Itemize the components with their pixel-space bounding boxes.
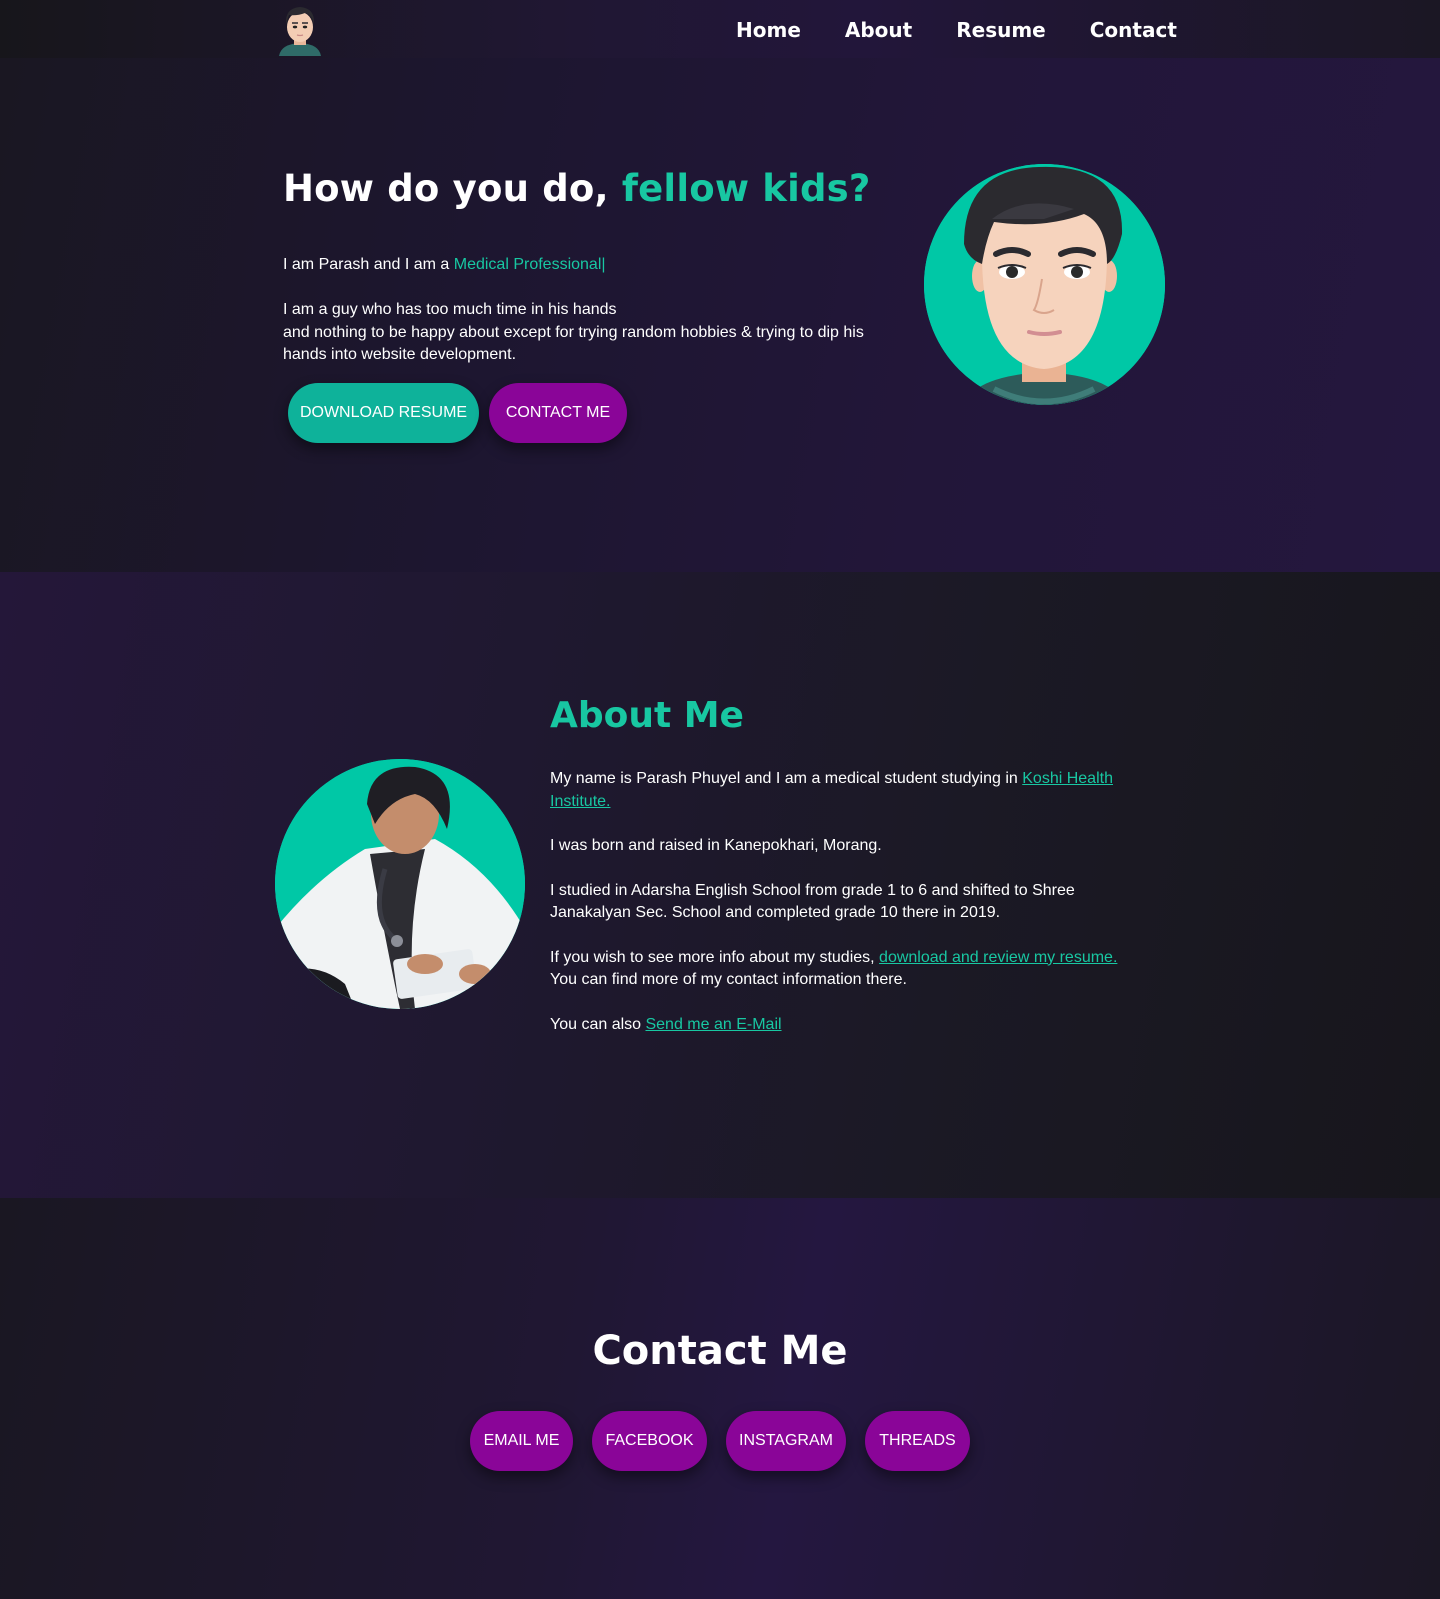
threads-button[interactable]: THREADS	[865, 1411, 970, 1471]
typing-cursor: |	[601, 256, 606, 273]
hero-section: How do you do, fellow kids? I am Parash …	[0, 58, 1440, 572]
top-navbar: Home About Resume Contact	[0, 0, 1440, 58]
instagram-button[interactable]: INSTAGRAM	[726, 1411, 846, 1471]
hero-intro: I am Parash and I am a Medical Professio…	[283, 254, 606, 276]
about-paragraph-4: If you wish to see more info about my st…	[550, 947, 1140, 992]
hero-bio-line1: I am a guy who has too much time in his …	[283, 301, 617, 318]
hero-bio: I am a guy who has too much time in his …	[283, 299, 883, 367]
about-paragraph-5: You can also Send me an E-Mail	[550, 1014, 1140, 1037]
download-resume-link[interactable]: download and review my resume.	[879, 949, 1117, 966]
hero-bio-line2: and nothing to be happy about except for…	[283, 323, 864, 364]
about-p4-text: If you wish to see more info about my st…	[550, 948, 880, 966]
about-title: About Me	[550, 695, 744, 736]
about-text: My name is Parash Phuyel and I am a medi…	[550, 768, 1140, 1058]
avatar-logo-icon[interactable]	[275, 2, 325, 56]
about-photo	[275, 759, 525, 1009]
email-me-button[interactable]: EMAIL ME	[470, 1411, 573, 1471]
nav-link-home[interactable]: Home	[736, 17, 801, 43]
facebook-button[interactable]: FACEBOOK	[592, 1411, 707, 1471]
nav-link-resume[interactable]: Resume	[956, 17, 1046, 43]
download-resume-button[interactable]: DOWNLOAD RESUME	[288, 383, 479, 443]
send-email-link[interactable]: Send me an E-Mail	[645, 1016, 781, 1033]
hero-intro-role: Medical Professional	[453, 256, 602, 273]
about-p4-after: You can find more of my contact informat…	[550, 971, 907, 988]
hero-title-plain: How do you do,	[283, 167, 622, 210]
about-paragraph-3: I studied in Adarsha English School from…	[550, 881, 1075, 922]
about-paragraph-1: My name is Parash Phuyel and I am a medi…	[550, 768, 1140, 813]
about-section: About Me My name is Parash Phuyel and I …	[0, 572, 1440, 1198]
hero-intro-prefix: I am Parash and I am a	[283, 256, 454, 273]
contact-title: Contact Me	[592, 1328, 848, 1374]
about-p5-text: You can also	[550, 1015, 646, 1033]
hero-avatar-illustration	[924, 164, 1165, 405]
about-paragraph-2: I was born and raised in Kanepokhari, Mo…	[550, 837, 882, 854]
contact-me-button[interactable]: CONTACT ME	[489, 383, 627, 443]
nav-links: Home About Resume Contact	[736, 17, 1177, 43]
nav-link-contact[interactable]: Contact	[1090, 17, 1177, 43]
hero-title: How do you do, fellow kids?	[283, 167, 871, 210]
hero-title-accent: fellow kids?	[621, 167, 871, 210]
about-p1-text: My name is Parash Phuyel and I am a medi…	[550, 770, 1023, 787]
nav-link-about[interactable]: About	[845, 17, 912, 43]
contact-section: Contact Me EMAIL ME FACEBOOK INSTAGRAM T…	[0, 1198, 1440, 1599]
